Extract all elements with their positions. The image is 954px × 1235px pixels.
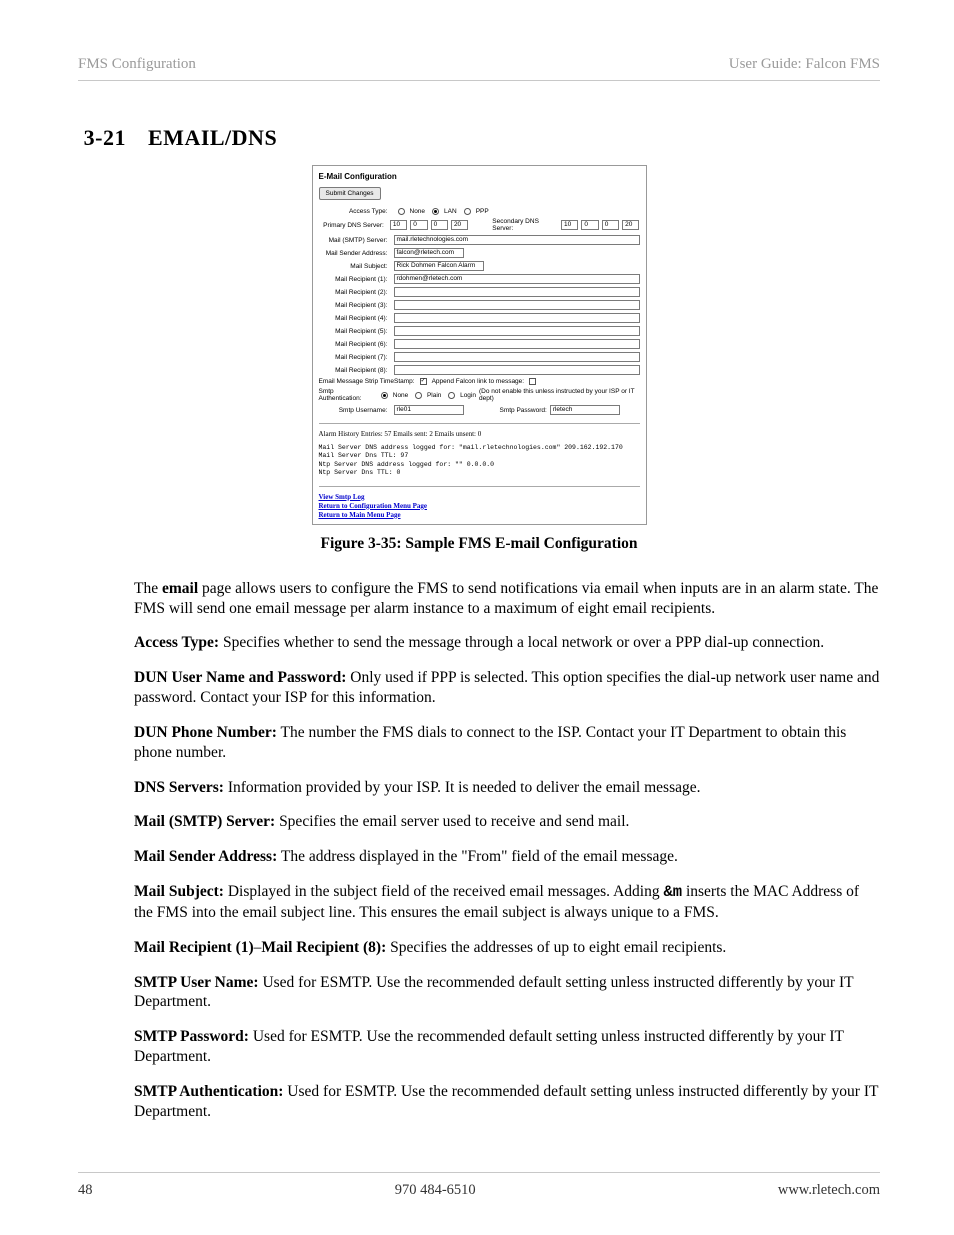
para-access-type: Access Type: Specifies whether to send t… [134,633,880,653]
recip5-label: Mail Recipient (5): [319,328,391,335]
append-checkbox[interactable] [529,378,536,385]
radio-ppp[interactable] [464,208,471,215]
access-type-label: Access Type: [319,208,391,215]
strip-ts-label: Email Message Strip TimeStamp: [319,378,415,385]
recip8-label: Mail Recipient (8): [319,367,391,374]
para-dun-phone: DUN Phone Number: The number the FMS dia… [134,723,880,763]
para-smtp-server: Mail (SMTP) Server: Specifies the email … [134,812,880,832]
recip7-label: Mail Recipient (7): [319,354,391,361]
secondary-dns-1[interactable]: 10 [561,220,578,230]
page-number: 48 [78,1182,93,1199]
page-footer: 48 970 484-6510 www.rletech.com [78,1172,880,1199]
log-text: Mail Server DNS address logged for: "mai… [319,444,640,478]
auth-radio-plain[interactable] [415,392,422,399]
divider [319,423,640,424]
strip-ts-checkbox[interactable]: ✓ [420,378,427,385]
header-right: User Guide: Falcon FMS [729,56,880,73]
recip1-label: Mail Recipient (1): [319,276,391,283]
primary-dns-3[interactable]: 0 [431,220,448,230]
secondary-dns-2[interactable]: 0 [581,220,598,230]
page-header: FMS Configuration User Guide: Falcon FMS [78,56,880,81]
primary-dns-4[interactable]: 20 [451,220,468,230]
panel-title: E-Mail Configuration [319,172,640,181]
view-smtp-log-link[interactable]: View Smtp Log [319,493,640,501]
recip4-label: Mail Recipient (4): [319,315,391,322]
secondary-dns-4[interactable]: 20 [622,220,639,230]
auth-radio-login[interactable] [448,392,455,399]
para-smtp-pass: SMTP Password: Used for ESMTP. Use the r… [134,1027,880,1067]
return-main-link[interactable]: Return to Main Menu Page [319,511,640,519]
footer-url: www.rletech.com [778,1182,880,1199]
recip4-input[interactable] [394,313,640,323]
divider-2 [319,486,640,487]
para-intro: The email page allows users to configure… [134,579,880,619]
auth-radio-none[interactable] [381,392,388,399]
recip6-label: Mail Recipient (6): [319,341,391,348]
footer-phone: 970 484-6510 [395,1182,476,1199]
recip2-input[interactable] [394,287,640,297]
append-label: Append Falcon link to message: [432,378,525,385]
subject-input[interactable]: Rick Dohmen Falcon Alarm [394,261,484,271]
body-content: The email page allows users to configure… [134,579,880,1122]
section-heading: 3-21 EMAIL/DNS [78,125,880,151]
section-title: EMAIL/DNS [148,125,277,151]
figure-block: E-Mail Configuration Submit Changes Acce… [134,165,824,553]
radio-none[interactable] [398,208,405,215]
smtp-user-input[interactable]: rle01 [394,405,464,415]
sender-input[interactable]: falcon@rletech.com [394,248,464,258]
secondary-dns-3[interactable]: 0 [602,220,619,230]
smtp-pass-label: Smtp Password: [500,407,547,414]
recip2-label: Mail Recipient (2): [319,289,391,296]
smtp-server-input[interactable]: mail.rletechnologies.com [394,235,640,245]
return-config-link[interactable]: Return to Configuration Menu Page [319,502,640,510]
smtp-server-label: Mail (SMTP) Server: [319,237,391,244]
secondary-dns-label: Secondary DNS Server: [492,218,558,232]
para-smtp-user: SMTP User Name: Used for ESMTP. Use the … [134,973,880,1013]
para-sender: Mail Sender Address: The address display… [134,847,880,867]
para-dns: DNS Servers: Information provided by you… [134,778,880,798]
recip7-input[interactable] [394,352,640,362]
smtp-pass-input[interactable]: rletech [550,405,620,415]
recip3-input[interactable] [394,300,640,310]
auth-hint: (Do not enable this unless instructed by… [479,388,639,402]
para-subject: Mail Subject: Displayed in the subject f… [134,882,880,923]
para-smtp-auth: SMTP Authentication: Used for ESMTP. Use… [134,1082,880,1122]
para-dun-user: DUN User Name and Password: Only used if… [134,668,880,708]
email-config-screenshot: E-Mail Configuration Submit Changes Acce… [312,165,647,525]
primary-dns-2[interactable]: 0 [410,220,427,230]
recip6-input[interactable] [394,339,640,349]
recip1-input[interactable]: rdohmen@rletech.com [394,274,640,284]
sender-label: Mail Sender Address: [319,250,391,257]
section-number: 3-21 [78,125,126,151]
recip3-label: Mail Recipient (3): [319,302,391,309]
smtp-user-label: Smtp Username: [319,407,391,414]
auth-label: Smtp Authentication: [319,388,375,402]
alarm-history: Alarm History Entries: 57 Emails sent: 2… [319,430,640,438]
figure-caption: Figure 3-35: Sample FMS E-mail Configura… [134,535,824,553]
radio-lan[interactable] [432,208,439,215]
primary-dns-1[interactable]: 10 [390,220,407,230]
header-left: FMS Configuration [78,56,196,73]
para-recipients: Mail Recipient (1)–Mail Recipient (8): S… [134,938,880,958]
subject-label: Mail Subject: [319,263,391,270]
submit-changes-button[interactable]: Submit Changes [319,187,381,200]
recip8-input[interactable] [394,365,640,375]
primary-dns-label: Primary DNS Server: [319,222,387,229]
recip5-input[interactable] [394,326,640,336]
